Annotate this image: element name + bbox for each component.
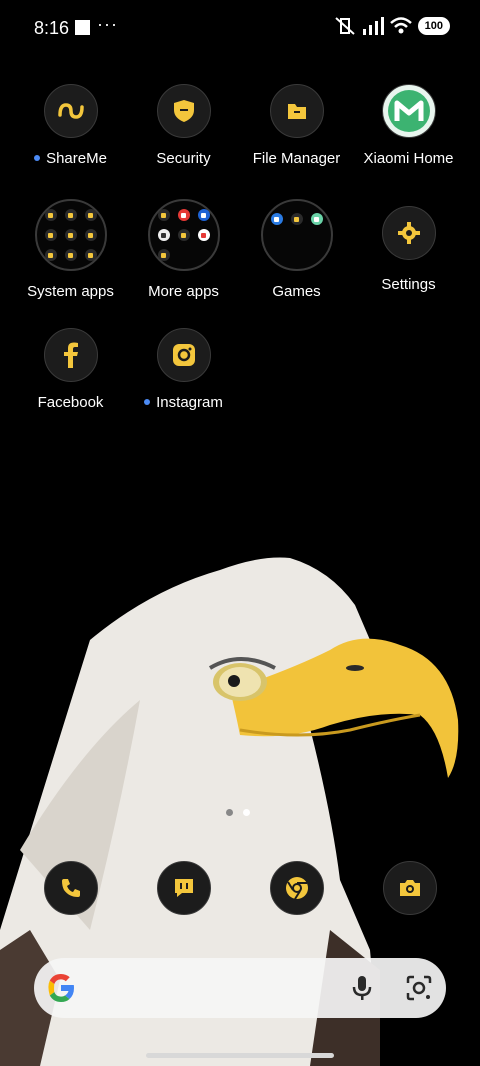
xiaomi-home-icon: [381, 84, 436, 138]
camera-icon: [400, 880, 420, 896]
app-label: File Manager: [252, 150, 341, 167]
new-badge: [34, 155, 41, 161]
app-instagram[interactable]: Instagram: [127, 328, 240, 411]
dock-phone[interactable]: [44, 861, 98, 915]
notification-square-icon: [75, 20, 90, 35]
folder-preview: [34, 199, 107, 271]
app-label: Settings: [381, 276, 436, 293]
battery-indicator: 100: [417, 17, 450, 35]
google-lens-icon[interactable]: [406, 975, 432, 1001]
app-label: ShareMe: [46, 150, 107, 167]
instagram-icon: [156, 328, 211, 382]
dock-camera[interactable]: [383, 861, 437, 915]
google-logo-icon: [48, 974, 74, 1002]
app-label: Games: [272, 283, 321, 300]
folder-icon: [269, 84, 324, 138]
folder-preview: [147, 199, 220, 271]
vibrate-off-icon: [334, 17, 355, 35]
shareme-icon: [43, 84, 98, 138]
app-label: System apps: [27, 283, 114, 300]
google-search-bar[interactable]: [34, 958, 446, 1018]
chrome-icon: [286, 877, 308, 900]
app-label: Facebook: [37, 394, 104, 411]
folder-games[interactable]: Games: [240, 199, 353, 300]
gear-icon: [381, 206, 436, 260]
navigation-handle[interactable]: [146, 1053, 334, 1058]
app-label: Xiaomi Home: [363, 150, 454, 167]
new-badge: [144, 399, 151, 405]
clock: 8:16: [34, 18, 70, 38]
folder-system-apps[interactable]: System apps: [14, 199, 127, 300]
more-notifications-icon: ···: [97, 14, 118, 34]
status-bar: 8:16 ··· 100: [0, 0, 480, 56]
page-dot-active[interactable]: [243, 809, 250, 816]
shield-icon: [156, 84, 211, 138]
app-settings[interactable]: Settings: [352, 206, 465, 293]
app-shareme[interactable]: ShareMe: [14, 84, 127, 167]
dock-chrome[interactable]: [270, 861, 324, 915]
wifi-icon: [389, 17, 412, 34]
app-facebook[interactable]: Facebook: [14, 328, 127, 411]
microphone-icon[interactable]: [352, 975, 372, 1001]
messages-icon: [175, 879, 193, 897]
app-label: More apps: [148, 283, 219, 300]
page-dot[interactable]: [226, 809, 233, 816]
page-indicator: [226, 809, 250, 816]
app-label: Instagram: [156, 394, 223, 411]
folder-preview: [260, 199, 333, 271]
signal-icon: [362, 17, 384, 35]
app-file-manager[interactable]: File Manager: [240, 84, 353, 167]
app-xiaomi-home[interactable]: Xiaomi Home: [352, 84, 465, 167]
app-label: Security: [156, 150, 211, 167]
dock-messages[interactable]: [157, 861, 211, 915]
facebook-icon: [43, 328, 98, 382]
app-security[interactable]: Security: [127, 84, 240, 167]
phone-icon: [62, 879, 80, 897]
folder-more-apps[interactable]: More apps: [127, 199, 240, 300]
